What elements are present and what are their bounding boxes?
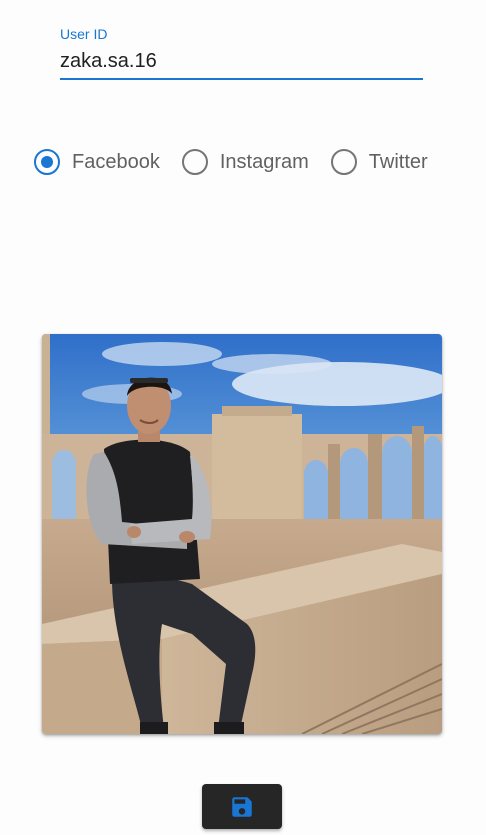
radio-facebook-label[interactable]: Facebook — [72, 151, 160, 174]
radio-facebook-circle[interactable] — [34, 149, 60, 175]
user-id-field[interactable]: User ID — [60, 24, 423, 80]
save-button[interactable] — [202, 784, 282, 829]
radio-selected-dot — [41, 156, 53, 168]
radio-facebook[interactable]: Facebook — [34, 149, 160, 175]
profile-photo — [42, 334, 442, 734]
platform-radio-group: Facebook Instagram Twitter — [34, 148, 450, 176]
profile-photo-image — [42, 334, 442, 734]
radio-instagram-circle[interactable] — [181, 149, 208, 175]
page: User ID Facebook Instagram Twitter — [0, 0, 486, 835]
user-id-underline — [60, 78, 423, 80]
radio-instagram[interactable]: Instagram — [181, 149, 309, 175]
floppy-disk-icon — [232, 796, 252, 817]
radio-twitter[interactable]: Twitter — [330, 149, 428, 175]
radio-instagram-label[interactable]: Instagram — [220, 151, 309, 174]
user-id-label: User ID — [60, 26, 108, 42]
radio-twitter-circle[interactable] — [330, 149, 357, 175]
user-id-input[interactable] — [60, 46, 423, 76]
radio-twitter-label[interactable]: Twitter — [369, 151, 428, 174]
